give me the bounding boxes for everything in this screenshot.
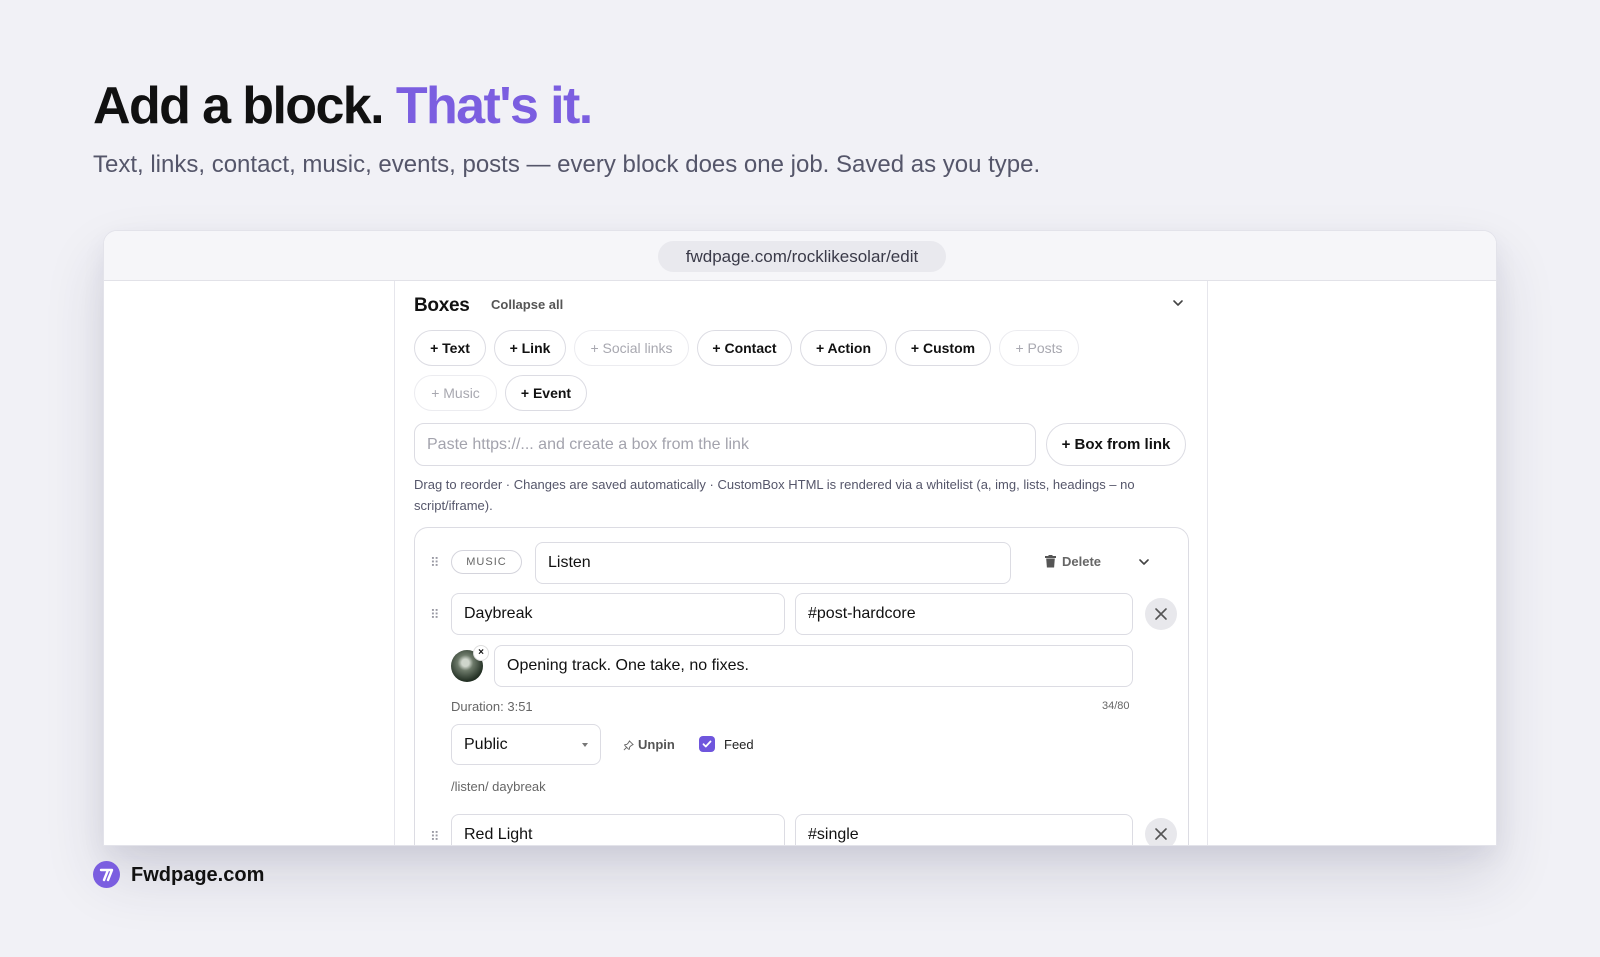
fwdpage-logo-icon (93, 861, 120, 888)
track-name-field[interactable]: Red Light (451, 814, 785, 845)
hero-title: Add a block. That's it. (93, 74, 593, 138)
track-duration: Duration: 3:51 (451, 699, 533, 714)
add-contact-button[interactable]: + Contact (697, 330, 792, 366)
type-badge: MUSIC (451, 550, 522, 574)
pin-icon (623, 740, 634, 751)
boxes-editor: Boxes Collapse all + Text + Link + Socia… (394, 281, 1208, 845)
browser-window: fwdpage.com/rocklikesolar/edit Boxes Col… (103, 230, 1497, 846)
url-bar[interactable]: fwdpage.com/rocklikesolar/edit (658, 241, 946, 272)
editor-hint: Drag to reorder · Changes are saved auto… (414, 477, 1135, 513)
hero-title-accent: That's it. (395, 77, 593, 135)
drag-handle-icon[interactable]: ⠿ (430, 830, 440, 844)
remove-track-button[interactable] (1145, 818, 1177, 845)
boxes-title: Boxes (414, 295, 470, 316)
box-from-link-button[interactable]: + Box from link (1046, 423, 1186, 466)
track-tag-field[interactable]: #post-hardcore (795, 593, 1133, 635)
visibility-select[interactable]: Public (451, 724, 601, 765)
unpin-label: Unpin (638, 737, 675, 752)
drag-handle-icon[interactable]: ⠿ (430, 556, 440, 570)
link-input[interactable]: Paste https://... and create a box from … (414, 423, 1036, 466)
add-event-button[interactable]: + Event (505, 375, 587, 411)
collapse-all-button[interactable]: Collapse all (491, 297, 563, 312)
unpin-button[interactable]: Unpin (623, 735, 675, 755)
track-name-field[interactable]: Daybreak (451, 593, 785, 635)
trash-icon (1045, 555, 1056, 568)
close-icon (1155, 608, 1167, 620)
chevron-down-icon[interactable] (1168, 293, 1188, 313)
char-count: 34/80 (1102, 700, 1130, 712)
music-box-card: ⠿ MUSIC Listen Delete ⠿ Daybreak #post-h… (414, 527, 1189, 845)
add-posts-button[interactable]: + Posts (999, 330, 1079, 366)
browser-toolbar: fwdpage.com/rocklikesolar/edit (104, 231, 1496, 281)
drag-handle-icon[interactable]: ⠿ (430, 608, 440, 622)
add-link-button[interactable]: + Link (494, 330, 566, 366)
hero-title-main: Add a block. (93, 77, 385, 135)
chevron-down-icon[interactable] (1134, 552, 1154, 572)
add-text-button[interactable]: + Text (414, 330, 486, 366)
add-social-links-button[interactable]: + Social links (574, 330, 689, 366)
box-title-field[interactable]: Listen (535, 542, 1011, 584)
track-tag-field[interactable]: #single (795, 814, 1133, 845)
feed-checkbox[interactable] (699, 736, 715, 752)
delete-label: Delete (1062, 554, 1102, 569)
add-custom-button[interactable]: + Custom (895, 330, 991, 366)
caret-down-icon (582, 743, 588, 747)
footer-brand: Fwdpage.com (131, 864, 265, 886)
track-path: /listen/ daybreak (451, 779, 546, 794)
visibility-value: Public (464, 736, 508, 753)
checkmark-icon (702, 740, 712, 748)
close-icon (1155, 828, 1167, 840)
delete-button[interactable]: Delete (1045, 552, 1101, 572)
feed-label: Feed (724, 737, 754, 752)
remove-cover-icon[interactable]: × (473, 645, 489, 661)
remove-track-button[interactable] (1145, 598, 1177, 630)
hero-subtitle: Text, links, contact, music, events, pos… (93, 151, 1041, 178)
track-description-field[interactable]: Opening track. One take, no fixes. (494, 645, 1133, 687)
add-action-button[interactable]: + Action (800, 330, 887, 366)
add-music-button[interactable]: + Music (414, 375, 497, 411)
